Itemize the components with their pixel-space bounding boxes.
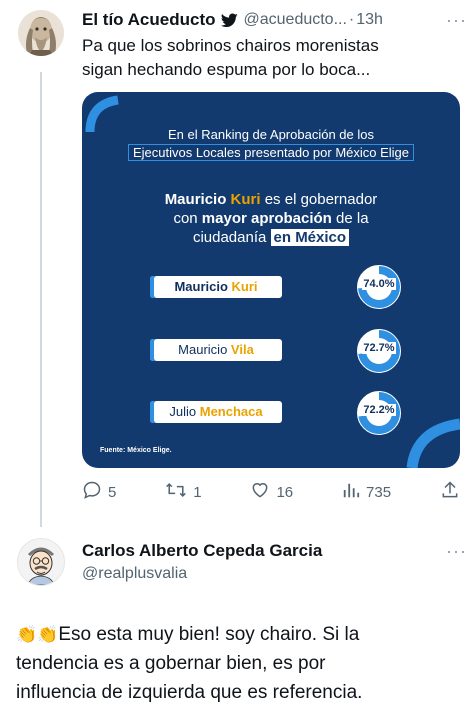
- first-name: Julio: [169, 404, 200, 419]
- display-name[interactable]: Carlos Alberto Cepeda Garcia: [82, 541, 322, 561]
- thread-line: [40, 72, 42, 527]
- retweet-count: 1: [193, 483, 202, 501]
- headline-highlight: en México: [270, 229, 350, 246]
- clap-emoji: 👏👏: [16, 625, 59, 644]
- source-note: Fuente: México Elige.: [100, 447, 172, 454]
- handle[interactable]: @realplusvalia: [82, 565, 187, 583]
- reply-button[interactable]: 5: [82, 480, 116, 504]
- headline-highlight: Kuri: [230, 191, 261, 208]
- approval-percent: 72.7%: [362, 342, 396, 354]
- reply-icon: [82, 480, 102, 504]
- views-count: 735: [366, 483, 392, 501]
- last-name: Vila: [230, 342, 254, 357]
- approval-pie: 72.2%: [356, 390, 402, 436]
- headline-text: de la: [331, 210, 369, 227]
- display-name[interactable]: El tío Acueducto: [82, 10, 216, 30]
- headline-text: es el gobernador: [260, 191, 378, 208]
- handle[interactable]: @acueducto...: [244, 11, 347, 29]
- separator: ·: [348, 11, 355, 28]
- more-options-icon[interactable]: ···: [446, 541, 467, 562]
- more-options-icon[interactable]: ···: [446, 10, 467, 31]
- share-button[interactable]: [440, 480, 460, 504]
- card-headline: Mauricio Kuri es el gobernador con mayor…: [82, 190, 460, 247]
- like-icon: [250, 480, 270, 504]
- reply-text-line: influencia de izquierda que es referenci…: [16, 682, 363, 703]
- first-name: Mauricio: [178, 342, 231, 357]
- headline-text: con: [173, 210, 202, 227]
- headline-text: Mauricio: [164, 191, 231, 208]
- tweet-text-line: Pa que los sobrinos chairos morenistas: [82, 36, 379, 55]
- card-header-line: En el Ranking de Aprobación de los: [168, 127, 374, 142]
- approval-pie: 72.7%: [356, 328, 402, 374]
- ranking-name-pill: Julio Menchaca: [150, 401, 282, 423]
- share-icon: [440, 480, 460, 504]
- approval-pie: 74.0%: [356, 264, 402, 310]
- like-count: 16: [276, 483, 294, 501]
- headline-text: ciudadanía: [192, 229, 271, 246]
- reply-text-line: tendencia es a gobernar bien, es por: [16, 653, 326, 674]
- approval-percent: 72.2%: [362, 404, 396, 416]
- last-name: Kuri: [231, 279, 258, 294]
- ranking-name-pill: Mauricio Kuri: [150, 276, 282, 298]
- tweet-text-line: sigan hechando espuma por lo boca...: [82, 60, 371, 79]
- views-button[interactable]: 735: [342, 481, 391, 503]
- avatar[interactable]: [17, 538, 65, 586]
- approval-percent: 74.0%: [362, 278, 396, 290]
- reply-count: 5: [108, 483, 117, 501]
- headline-text: mayor aprobación: [201, 210, 332, 227]
- like-button[interactable]: 16: [250, 480, 293, 504]
- views-icon: [342, 481, 360, 503]
- reply-text-line: Eso esta muy bien! soy chairo. Si la: [58, 624, 360, 645]
- avatar[interactable]: [18, 10, 64, 56]
- retweet-button[interactable]: 1: [165, 480, 202, 504]
- tweet-image[interactable]: En el Ranking de Aprobación de los Ejecu…: [82, 92, 460, 468]
- verified-bird-icon: [220, 12, 238, 28]
- card-header-line: Ejecutivos Locales presentado por México…: [127, 144, 415, 161]
- retweet-icon: [165, 480, 187, 504]
- timestamp[interactable]: 13h: [356, 11, 383, 29]
- ranking-name-pill: Mauricio Vila: [150, 339, 282, 361]
- last-name: Menchaca: [199, 404, 263, 419]
- first-name: Mauricio: [174, 279, 232, 294]
